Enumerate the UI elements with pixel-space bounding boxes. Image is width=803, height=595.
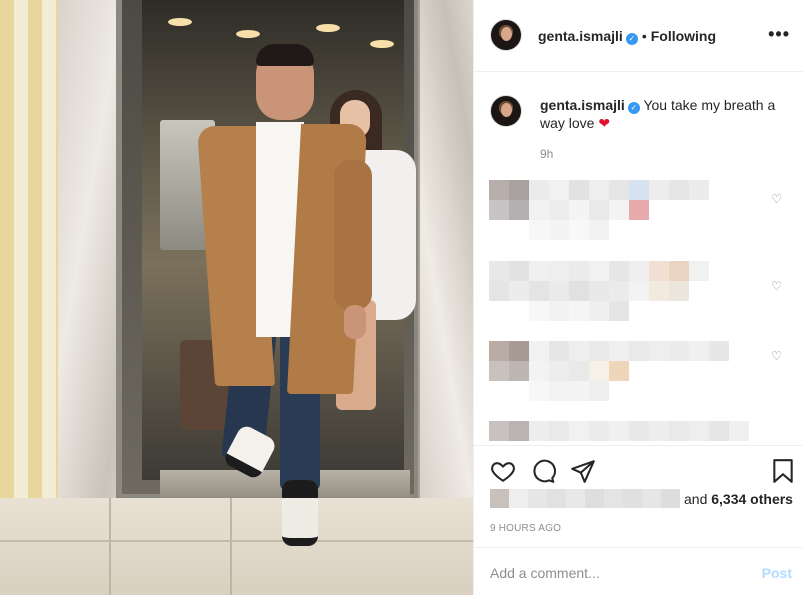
- blurred-comment: [489, 180, 709, 200]
- red-heart-emoji: ❤: [598, 115, 611, 131]
- ceiling-light: [168, 18, 192, 26]
- floor-line: [0, 540, 473, 542]
- add-comment-bar: Post: [474, 547, 803, 595]
- tiled-floor: [0, 498, 473, 595]
- comment-icon[interactable]: [530, 458, 556, 484]
- comments-section[interactable]: genta.ismajli ✓ You take my breath a way …: [474, 73, 803, 445]
- heart-icon[interactable]: [490, 458, 516, 484]
- comment-like-heart-icon[interactable]: ♡: [771, 192, 782, 206]
- post-actions: and 6,334 others 9 HOURS AGO Post: [474, 445, 803, 595]
- blurred-comment: [489, 261, 709, 281]
- bookmark-icon[interactable]: [770, 458, 796, 484]
- following-button[interactable]: Following: [651, 28, 716, 44]
- man-hand: [344, 305, 366, 339]
- caption-username[interactable]: genta.ismajli: [540, 97, 625, 113]
- blurred-comment: [529, 220, 609, 240]
- more-icon[interactable]: •••: [768, 24, 790, 45]
- blurred-comment: [489, 200, 649, 220]
- blurred-comment: [489, 281, 689, 301]
- caption-timestamp[interactable]: 9h: [540, 147, 553, 161]
- avatar[interactable]: [490, 95, 522, 127]
- post-header: genta.ismajli ✓ • Following •••: [474, 0, 803, 72]
- blurred-comment: [529, 301, 629, 321]
- likes-prefix: and: [684, 490, 712, 507]
- man-arm: [334, 160, 372, 310]
- caption: genta.ismajli ✓ You take my breath a way …: [540, 96, 780, 132]
- blurred-comment: [489, 421, 749, 441]
- post-photo[interactable]: [0, 0, 473, 595]
- post-button[interactable]: Post: [762, 565, 792, 581]
- share-icon[interactable]: [570, 458, 596, 484]
- username-link[interactable]: genta.ismajli: [538, 28, 623, 44]
- blurred-comment: [489, 341, 729, 361]
- verified-badge-icon: ✓: [627, 102, 640, 114]
- verified-badge-icon: ✓: [625, 33, 638, 45]
- header-user-line: genta.ismajli ✓ • Following: [538, 28, 716, 45]
- comment-like-heart-icon[interactable]: ♡: [771, 349, 782, 363]
- ceiling-light: [236, 30, 260, 38]
- sneaker-right: [282, 480, 318, 546]
- ceiling-light: [316, 24, 340, 32]
- blurred-comment: [529, 381, 609, 401]
- post-sidebar: genta.ismajli ✓ • Following ••• genta.ismaj…: [473, 0, 803, 595]
- likes-text[interactable]: and 6,334 others: [684, 491, 793, 507]
- marble-pillar-right: [418, 0, 473, 540]
- man-hair: [256, 44, 314, 66]
- blurred-liker-names: [490, 489, 680, 508]
- likes-summary: and 6,334 others: [490, 489, 793, 508]
- post-timestamp[interactable]: 9 HOURS AGO: [490, 523, 561, 534]
- ceiling-light: [370, 40, 394, 48]
- blurred-comment: [489, 361, 629, 381]
- avatar[interactable]: [490, 19, 522, 51]
- separator-dot: •: [641, 28, 647, 44]
- comment-like-heart-icon[interactable]: ♡: [771, 279, 782, 293]
- likes-count[interactable]: 6,334 others: [711, 491, 793, 507]
- comment-input[interactable]: [490, 564, 740, 582]
